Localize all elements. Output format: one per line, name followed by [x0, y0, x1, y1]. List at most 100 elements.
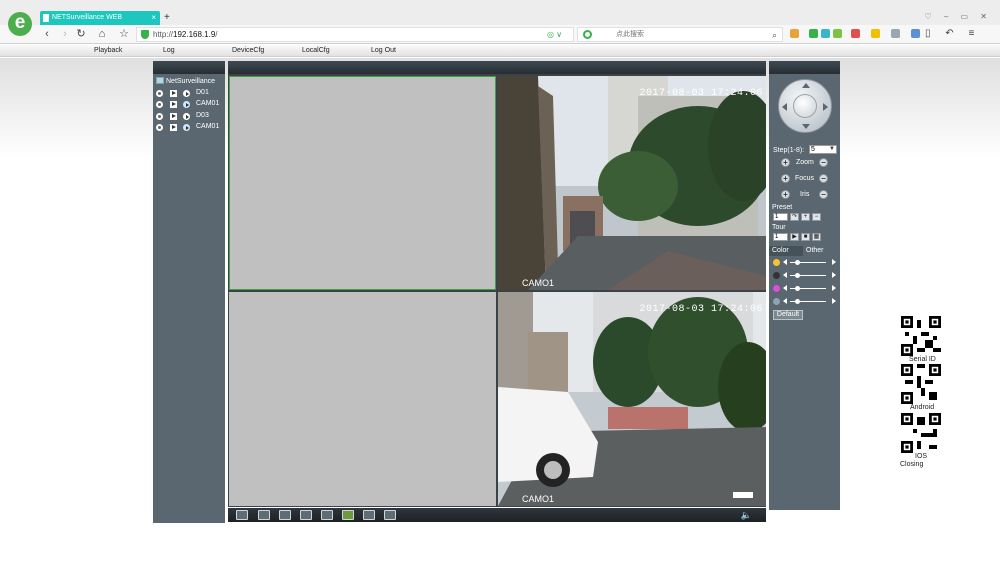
arrow-down-icon[interactable] [802, 124, 810, 129]
decrease-arrow-icon[interactable] [783, 285, 787, 291]
camera-icon[interactable] [183, 113, 190, 120]
forward-icon[interactable]: › [58, 27, 72, 41]
qr-code-serial [901, 316, 941, 356]
slider-knob[interactable] [795, 260, 801, 265]
extension-icon[interactable] [871, 29, 880, 38]
zoom-in-button[interactable]: + [781, 158, 790, 167]
record-icon[interactable] [156, 113, 163, 120]
snapshot-icon[interactable] [342, 510, 354, 520]
camera-icon[interactable] [183, 124, 190, 131]
menu-log-out[interactable]: Log Out [371, 46, 396, 56]
volume-icon[interactable]: 🔈 [741, 510, 752, 520]
play-icon[interactable] [170, 101, 177, 108]
tab-title: NETSurveillance WEB [52, 14, 123, 21]
apps-icon[interactable] [790, 29, 799, 38]
video-cell-live[interactable]: 2017-08-03 17:24:06 CAMO1 [498, 292, 766, 506]
extension-icon[interactable] [833, 29, 842, 38]
stop-record-icon[interactable] [321, 510, 333, 520]
menu-device-cfg[interactable]: DeviceCfg [232, 46, 264, 56]
new-tab-button[interactable]: + [164, 11, 170, 25]
search-box[interactable]: ⌕ [577, 27, 783, 42]
browser-tab[interactable]: NETSurveillance WEB × [40, 11, 160, 25]
menu-log[interactable]: Log [163, 46, 175, 56]
focus-in-button[interactable]: + [781, 174, 790, 183]
bookmark-star-icon[interactable]: ☆ [117, 27, 131, 41]
slider-brightness[interactable] [773, 258, 837, 268]
speed-mode-icon[interactable]: ◎ ∨ [547, 31, 569, 39]
arrow-left-icon[interactable] [782, 103, 787, 111]
video-cell-empty[interactable] [229, 292, 496, 506]
chevron-down-icon: ▼ [829, 146, 835, 152]
record-icon[interactable] [156, 124, 163, 131]
focus-out-button[interactable]: − [819, 174, 828, 183]
slider-hue[interactable] [773, 297, 837, 307]
iris-close-button[interactable]: − [819, 190, 828, 199]
ptz-center-button[interactable] [793, 94, 817, 118]
single-view-icon[interactable] [258, 510, 270, 520]
slider-contrast[interactable] [773, 271, 837, 281]
slider-saturation[interactable] [773, 284, 837, 294]
zoom-out-button[interactable]: − [819, 158, 828, 167]
open-all-icon[interactable] [363, 510, 375, 520]
decrease-arrow-icon[interactable] [783, 272, 787, 278]
tree-root[interactable]: NetSurveillance [156, 77, 215, 86]
tour-play-button[interactable]: ▶ [790, 233, 799, 241]
camera-icon[interactable] [183, 90, 190, 97]
ptz-direction-pad[interactable] [778, 79, 832, 133]
play-icon[interactable] [170, 90, 177, 97]
preset-input[interactable]: 1 [773, 213, 788, 221]
fullscreen-icon[interactable] [236, 510, 248, 520]
video-cell-live[interactable]: 2017-08-03 17:24:06 CAMO1 [498, 76, 766, 290]
record-icon[interactable] [156, 90, 163, 97]
iris-open-button[interactable]: + [781, 190, 790, 199]
remove-preset-button[interactable]: − [812, 213, 821, 221]
close-tab-icon[interactable]: × [151, 11, 156, 25]
osd-timestamp: 2017-08-03 17:24:06 [639, 304, 763, 315]
tour-input[interactable]: 1 [773, 233, 788, 241]
extension-icon[interactable] [851, 29, 860, 38]
window-controls[interactable]: ♡ – ▭ ✕ [924, 12, 992, 21]
quad-view-icon[interactable] [279, 510, 291, 520]
extension-icon[interactable] [809, 29, 818, 38]
increase-arrow-icon[interactable] [832, 298, 836, 304]
increase-arrow-icon[interactable] [832, 272, 836, 278]
zoom-icon[interactable] [911, 29, 920, 38]
play-icon[interactable] [170, 113, 177, 120]
record-icon[interactable] [156, 101, 163, 108]
home-icon[interactable]: ⌂ [95, 27, 109, 41]
slider-knob[interactable] [795, 299, 801, 304]
slider-knob[interactable] [795, 286, 801, 291]
increase-arrow-icon[interactable] [832, 285, 836, 291]
step-select[interactable]: 5 ▼ [809, 145, 837, 154]
close-all-icon[interactable] [384, 510, 396, 520]
default-button[interactable]: Default [773, 310, 803, 320]
search-icon[interactable]: ⌕ [772, 29, 777, 41]
tab-other[interactable]: Other [803, 246, 840, 256]
tab-color[interactable]: Color [769, 246, 803, 256]
toolbar-menu-icons[interactable]: ▯ ↶ ≡ [925, 27, 980, 41]
menu-local-cfg[interactable]: LocalCfg [302, 46, 330, 56]
goto-preset-button[interactable]: ↷ [790, 213, 799, 221]
play-icon[interactable] [170, 124, 177, 131]
video-cell-empty[interactable] [229, 76, 496, 290]
address-bar[interactable]: http://192.168.1.9/ ◎ ∨ [136, 27, 574, 42]
extension-icon[interactable] [891, 29, 900, 38]
record-all-icon[interactable] [300, 510, 312, 520]
add-preset-button[interactable]: + [801, 213, 810, 221]
reload-icon[interactable]: ↻ [74, 27, 88, 41]
decrease-arrow-icon[interactable] [783, 259, 787, 265]
arrow-up-icon[interactable] [802, 83, 810, 88]
slider-knob[interactable] [795, 273, 801, 278]
channel-label: D03 [196, 112, 209, 119]
camera-icon[interactable] [183, 101, 190, 108]
menu-playback[interactable]: Playback [94, 46, 122, 56]
tour-grid-button[interactable]: ▦ [812, 233, 821, 241]
search-input[interactable] [616, 29, 756, 40]
increase-arrow-icon[interactable] [832, 259, 836, 265]
qr-closing-link[interactable]: Closing [900, 461, 923, 468]
arrow-right-icon[interactable] [823, 103, 828, 111]
tour-stop-button[interactable]: ■ [801, 233, 810, 241]
decrease-arrow-icon[interactable] [783, 298, 787, 304]
back-icon[interactable]: ‹ [40, 27, 54, 41]
extension-icon[interactable] [821, 29, 830, 38]
